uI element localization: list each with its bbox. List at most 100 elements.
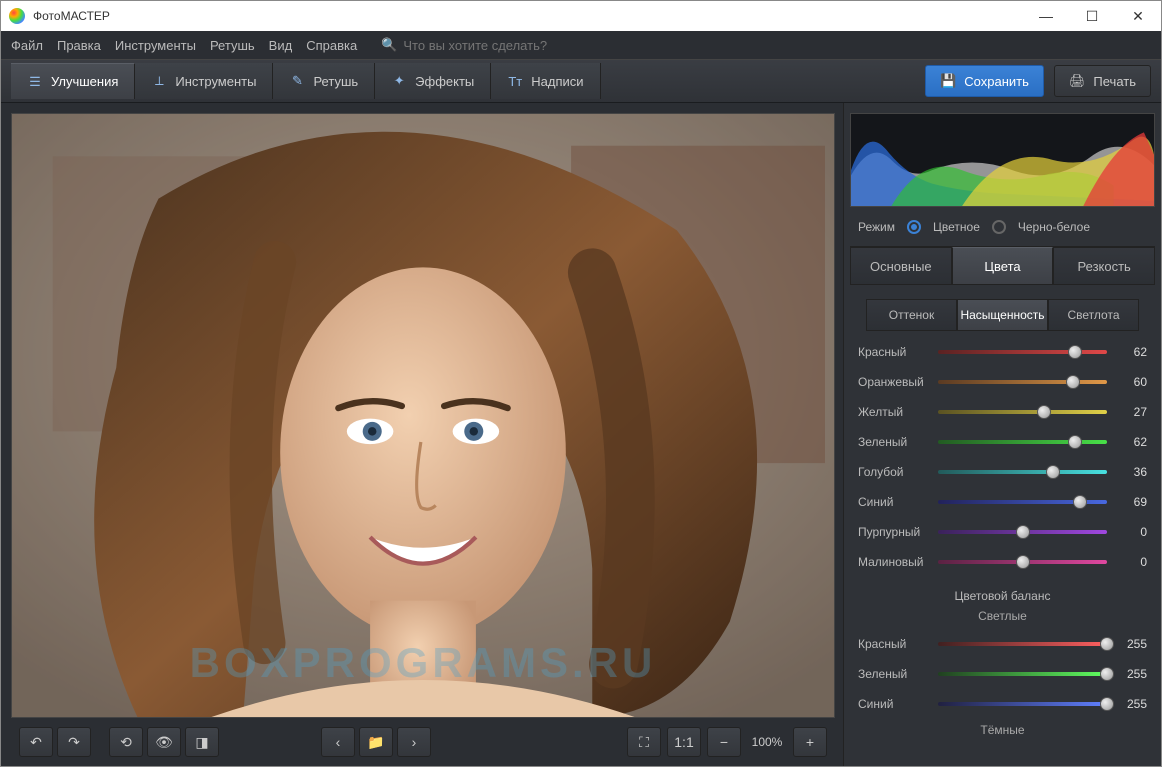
slider-label: Малиновый — [858, 555, 930, 569]
redo-button[interactable]: ↷ — [57, 727, 91, 757]
app-icon — [9, 8, 25, 24]
maximize-button[interactable]: ☐ — [1069, 1, 1115, 31]
tab-label: Ретушь — [313, 74, 358, 89]
slider-value: 60 — [1115, 375, 1147, 389]
save-label: Сохранить — [964, 74, 1029, 89]
slider-color[interactable] — [938, 345, 1107, 359]
tab-label: Надписи — [531, 74, 583, 89]
subtab-saturation[interactable]: Насыщенность — [957, 299, 1048, 331]
wand-icon: ✦ — [391, 73, 407, 89]
save-button[interactable]: 💾 Сохранить — [925, 65, 1044, 97]
text-icon: Tᴛ — [507, 73, 523, 89]
tab-tools[interactable]: ⟂ Инструменты — [135, 63, 273, 99]
histogram — [850, 113, 1155, 207]
window-title: ФотоМАСТЕР — [33, 9, 110, 23]
slider-color[interactable] — [938, 555, 1107, 569]
tab-colors[interactable]: Цвета — [952, 247, 1054, 285]
slider-value: 62 — [1115, 435, 1147, 449]
slider-label: Красный — [858, 637, 930, 651]
prev-image-button[interactable]: ‹ — [321, 727, 355, 757]
slider-label: Пурпурный — [858, 525, 930, 539]
slider-color[interactable] — [938, 525, 1107, 539]
mode-row: Режим Цветное Черно-белое — [850, 207, 1155, 247]
slider-row: Малиновый 0 — [858, 547, 1147, 577]
slider-balance[interactable] — [938, 637, 1107, 651]
crop-icon: ⟂ — [151, 73, 167, 89]
slider-row: Синий255 — [858, 689, 1147, 719]
slider-label: Оранжевый — [858, 375, 930, 389]
watermark-text: BOXPROGRAMS.RU — [12, 639, 834, 687]
panel-scroll[interactable]: Оттенок Насыщенность Светлота Красный 62 О… — [850, 285, 1155, 766]
panel-main-tabs: Основные Цвета Резкость — [850, 247, 1155, 285]
tab-label: Улучшения — [51, 74, 118, 89]
menu-view[interactable]: Вид — [269, 38, 293, 53]
slider-label: Синий — [858, 697, 930, 711]
tab-basic[interactable]: Основные — [850, 247, 952, 285]
slider-color[interactable] — [938, 465, 1107, 479]
slider-row: Зеленый 62 — [858, 427, 1147, 457]
balance-dark-label: Тёмные — [858, 723, 1147, 737]
slider-value: 255 — [1115, 637, 1147, 651]
search-input[interactable] — [403, 38, 603, 53]
bottom-toolbar: ↶ ↷ ⟲ 👁 ◨ ‹ 📁 › ⛶ 1:1 − 100% — [11, 718, 835, 766]
undo-button[interactable]: ↶ — [19, 727, 53, 757]
tab-label: Инструменты — [175, 74, 256, 89]
menu-help[interactable]: Справка — [306, 38, 357, 53]
minimize-button[interactable]: — — [1023, 1, 1069, 31]
slider-row: Красный 255 — [858, 629, 1147, 659]
zoom-level: 100% — [747, 735, 787, 749]
menu-tools[interactable]: Инструменты — [115, 38, 196, 53]
slider-label: Красный — [858, 345, 930, 359]
preview-button[interactable]: 👁 — [147, 727, 181, 757]
slider-label: Зеленый — [858, 435, 930, 449]
slider-balance[interactable] — [938, 697, 1107, 711]
browse-button[interactable]: 📁 — [359, 727, 393, 757]
compare-button[interactable]: ◨ — [185, 727, 219, 757]
revert-button[interactable]: ⟲ — [109, 727, 143, 757]
tab-enhancements[interactable]: ☰ Улучшения — [11, 63, 135, 99]
next-image-button[interactable]: › — [397, 727, 431, 757]
slider-value: 0 — [1115, 525, 1147, 539]
subtab-lightness[interactable]: Светлота — [1048, 299, 1139, 331]
slider-label: Зеленый — [858, 667, 930, 681]
balance-light-label: Светлые — [858, 609, 1147, 623]
slider-value: 27 — [1115, 405, 1147, 419]
close-button[interactable]: ✕ — [1115, 1, 1161, 31]
slider-row: Голубой36 — [858, 457, 1147, 487]
menu-edit[interactable]: Правка — [57, 38, 101, 53]
mode-color-label: Цветное — [933, 220, 980, 234]
tab-retouch[interactable]: ✎ Ретушь — [273, 63, 375, 99]
color-balance-title: Цветовой баланс — [858, 589, 1147, 603]
radio-bw[interactable] — [992, 220, 1006, 234]
slider-row: Зеленый255 — [858, 659, 1147, 689]
tab-effects[interactable]: ✦ Эффекты — [375, 63, 491, 99]
actual-size-button[interactable]: 1:1 — [667, 727, 701, 757]
menu-bar: Файл Правка Инструменты Ретушь Вид Справ… — [1, 31, 1161, 59]
slider-color[interactable] — [938, 435, 1107, 449]
tab-sharpness[interactable]: Резкость — [1053, 247, 1155, 285]
slider-color[interactable] — [938, 375, 1107, 389]
slider-color[interactable] — [938, 405, 1107, 419]
tab-label: Эффекты — [415, 74, 474, 89]
zoom-out-button[interactable]: − — [707, 727, 741, 757]
image-canvas[interactable]: BOXPROGRAMS.RU — [11, 113, 835, 718]
print-button[interactable]: 🖨 Печать — [1054, 65, 1151, 97]
fit-screen-button[interactable]: ⛶ — [627, 727, 661, 757]
slider-value: 0 — [1115, 555, 1147, 569]
panel-sub-tabs: Оттенок Насыщенность Светлота — [866, 299, 1139, 331]
slider-row: Красный 62 — [858, 337, 1147, 367]
slider-color[interactable] — [938, 495, 1107, 509]
tab-text[interactable]: Tᴛ Надписи — [491, 63, 600, 99]
slider-row: Оранжевый 60 — [858, 367, 1147, 397]
sliders-icon: ☰ — [27, 74, 43, 90]
slider-balance[interactable] — [938, 667, 1107, 681]
radio-color[interactable] — [907, 220, 921, 234]
slider-value: 62 — [1115, 345, 1147, 359]
subtab-hue[interactable]: Оттенок — [866, 299, 957, 331]
window-titlebar: ФотоМАСТЕР — ☐ ✕ — [1, 1, 1161, 31]
slider-label: Синий — [858, 495, 930, 509]
window-controls: — ☐ ✕ — [1023, 1, 1161, 31]
menu-file[interactable]: Файл — [11, 38, 43, 53]
zoom-in-button[interactable]: + — [793, 727, 827, 757]
menu-retouch[interactable]: Ретушь — [210, 38, 255, 53]
